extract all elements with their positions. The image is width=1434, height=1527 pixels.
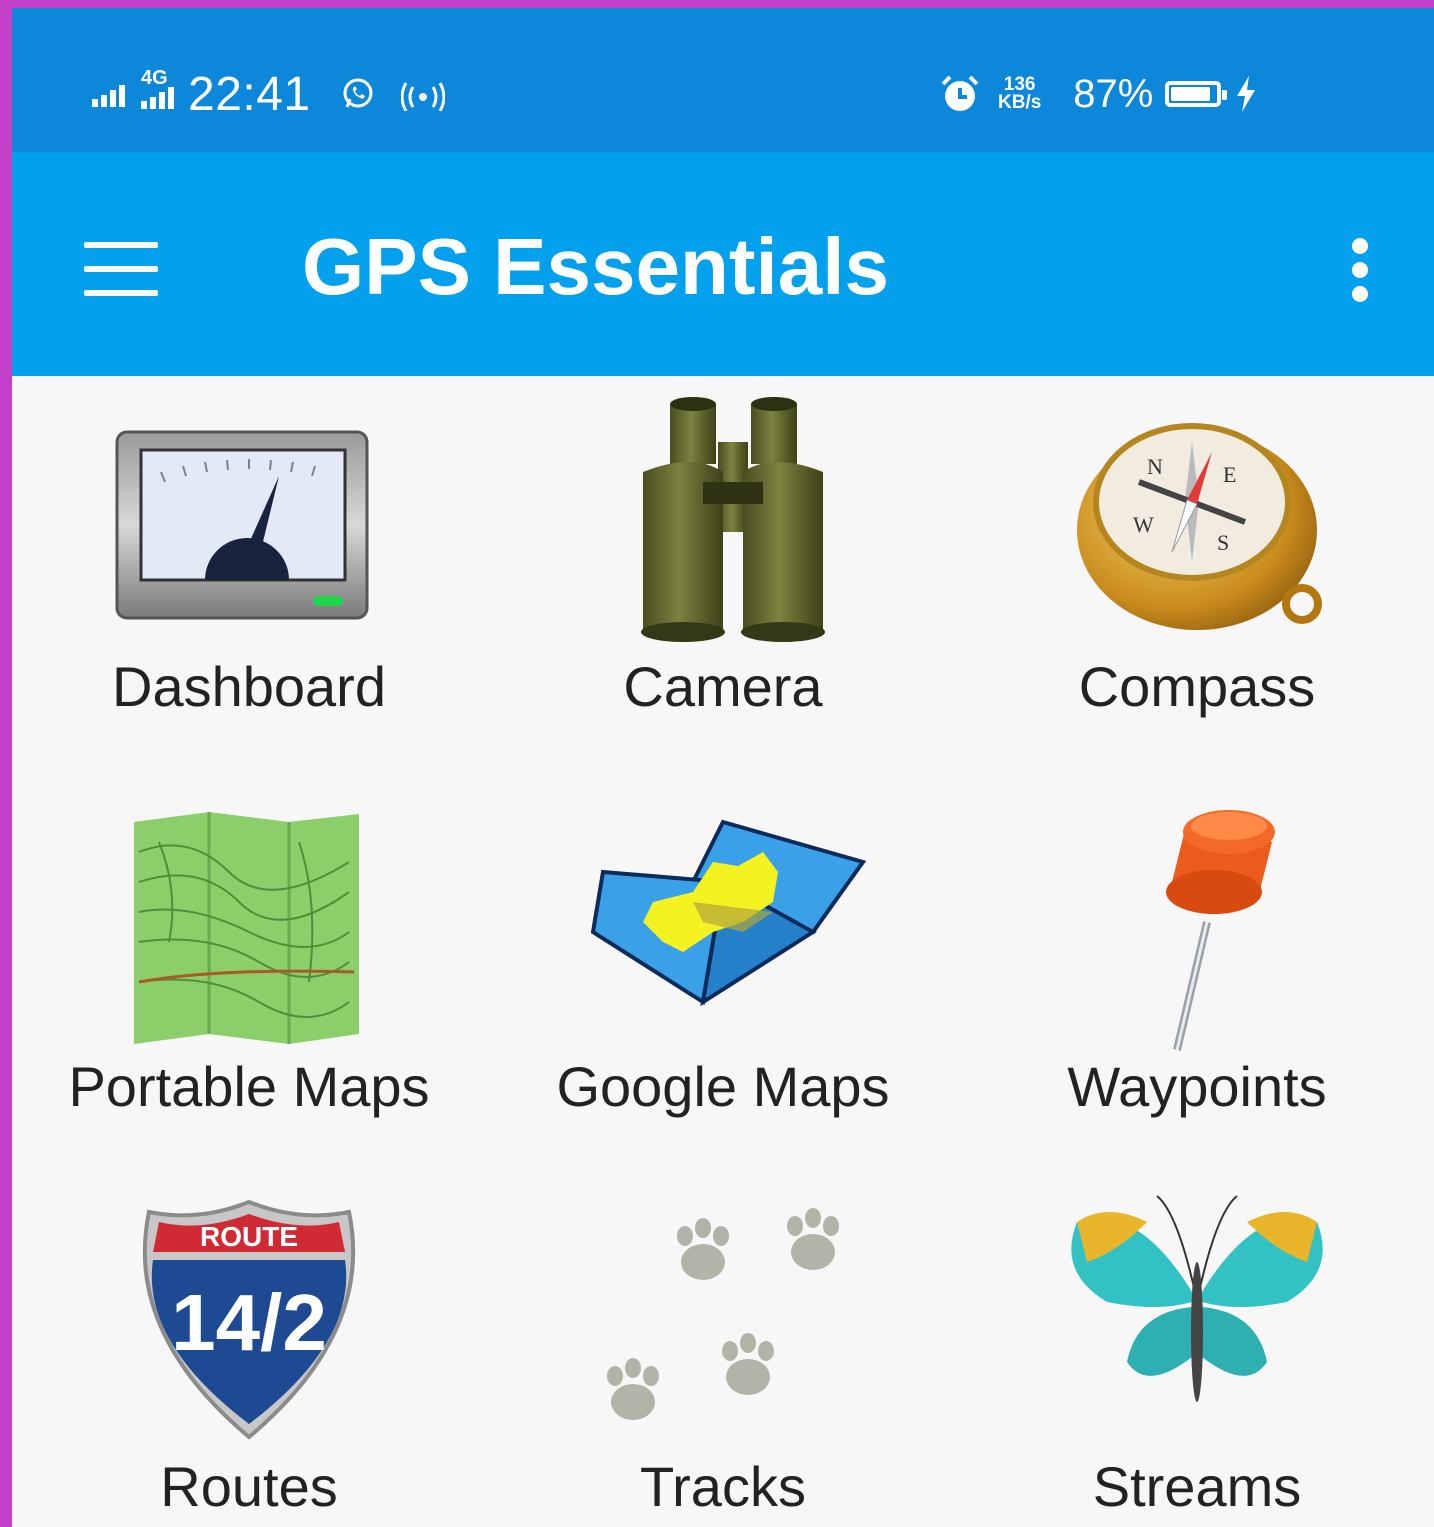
shield-top-text: ROUTE [200,1221,298,1252]
hotspot-icon [400,82,445,111]
app-bar: GPS Essentials [12,152,1434,376]
tile-label: Streams [1092,1455,1302,1518]
alarm-icon [941,75,979,111]
shield-number-text: 14/2 [171,1278,327,1367]
tile-streams[interactable]: Streams [960,1176,1434,1527]
tile-portable-maps[interactable]: Portable Maps [12,776,486,1176]
tile-tracks[interactable]: Tracks [486,1176,960,1527]
binoculars-icon [641,397,825,642]
more-vertical-icon[interactable] [1338,228,1384,312]
signal-icon [92,81,125,107]
paw-tracks-icon [607,1208,839,1420]
tile-google-maps[interactable]: Google Maps [486,776,960,1176]
app-title: GPS Essentials [302,222,889,311]
folded-map-icon [590,819,867,1007]
network-speed: 136 KB/s [998,75,1042,113]
tile-dashboard[interactable]: Dashboard [12,376,486,776]
butterfly-icon [1071,1195,1323,1402]
tile-routes[interactable]: ROUTE 14/2 Routes [12,1176,486,1527]
whatsapp-icon [343,78,373,108]
tile-label: Tracks [640,1455,806,1518]
tile-label: Google Maps [556,1055,890,1118]
status-time: 22:41 [188,67,311,121]
charging-icon [1237,76,1256,112]
topographic-map-icon [134,812,359,1044]
app-screen: 4G 22:41 136 KB/s 87% GPS Essentials Das… [12,8,1434,1527]
svg-text:W: W [1133,512,1154,537]
tile-label: Compass [1078,655,1316,718]
pushpin-icon [1166,810,1275,1051]
tile-camera[interactable]: Camera [486,376,960,776]
battery-percent: 87% [1073,71,1154,116]
tile-label: Dashboard [112,655,386,718]
hamburger-menu-icon[interactable] [80,232,166,302]
status-bar-left: 4G 22:41 [92,67,455,121]
tile-label: Routes [160,1455,338,1518]
tile-waypoints[interactable]: Waypoints [960,776,1434,1176]
network-type-label: 4G [141,67,168,89]
status-bar: 4G 22:41 136 KB/s 87% [12,8,1434,152]
speedometer-gauge-icon [115,430,369,620]
battery-level [1171,87,1210,101]
svg-text:N: N [1147,454,1163,479]
network-speed-unit: KB/s [998,92,1042,113]
route-shield-icon: ROUTE 14/2 [142,1199,356,1440]
tile-label: Camera [623,655,823,718]
signal-4g-icon: 4G [141,67,174,109]
tile-label: Portable Maps [68,1055,430,1118]
svg-text:S: S [1217,530,1229,555]
svg-text:E: E [1223,462,1236,487]
status-bar-right: 136 KB/s 87% [940,68,1257,120]
tile-label: Waypoints [1067,1055,1327,1118]
tile-compass[interactable]: N E S W Compass [960,376,1434,776]
compass-icon: N E S W [1077,423,1322,630]
battery-icon [1165,81,1228,107]
